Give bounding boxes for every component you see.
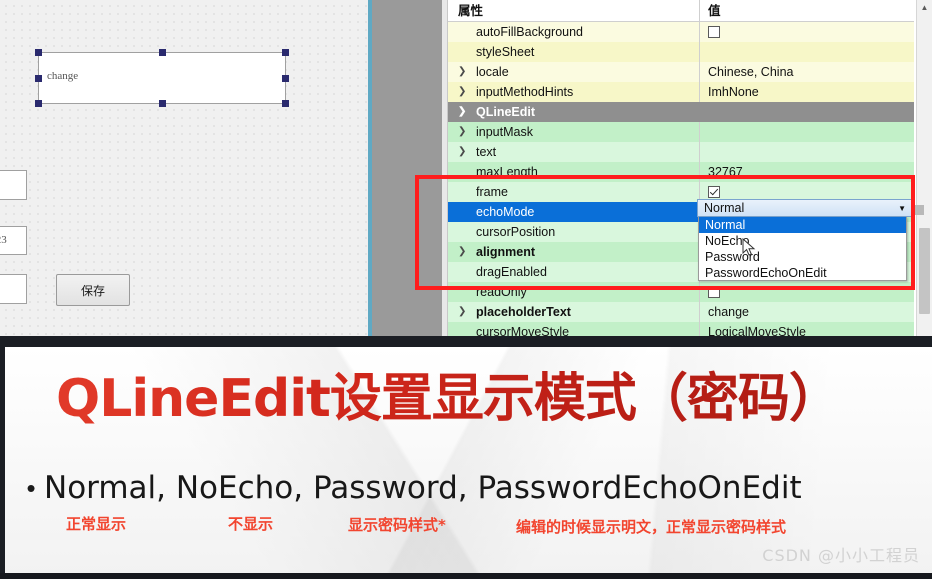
resize-handle-bottom-left[interactable] (35, 100, 42, 107)
property-value[interactable]: change (699, 302, 914, 322)
bullet-marker-icon: • (26, 473, 36, 503)
resize-handle-top-right[interactable] (282, 49, 289, 56)
scrollbar-thumb[interactable] (919, 228, 930, 314)
annotation-normal: 正常显示 (66, 515, 127, 533)
column-header-value: 值 (699, 0, 914, 21)
table-row[interactable]: styleSheet (448, 42, 914, 62)
property-group-name: ❯ QLineEdit (448, 102, 699, 122)
property-name: styleSheet (476, 45, 535, 59)
screenshot-root: change ,23 保存 属性 (0, 0, 932, 579)
resize-handle-bottom-middle[interactable] (159, 100, 166, 107)
slide-bullet-text: Normal, NoEcho, Password, PasswordEchoOn… (44, 470, 802, 506)
property-name-label: locale (476, 65, 509, 79)
property-name-label: inputMethodHints (476, 85, 574, 99)
form-design-canvas[interactable]: change ,23 保存 (0, 0, 368, 336)
save-button[interactable]: 保存 (56, 274, 130, 306)
scroll-up-icon[interactable]: ▲ (917, 0, 932, 15)
resize-handle-middle-left[interactable] (35, 75, 42, 82)
resize-handle-top-left[interactable] (35, 49, 42, 56)
selected-lineedit-placeholder: change (47, 70, 79, 82)
slide-bottom-edge-bar (0, 573, 932, 579)
chevron-down-icon[interactable]: ❯ (458, 102, 466, 122)
property-name: ❯ inputMethodHints (448, 82, 699, 102)
lineedit-widget-b[interactable]: ,23 (0, 226, 27, 255)
property-name-label: placeholderText (476, 305, 571, 319)
resize-handle-top-middle[interactable] (159, 49, 166, 56)
table-row[interactable]: ❯ text (448, 142, 914, 162)
property-table-header: 属性 值 (448, 0, 914, 22)
property-value[interactable] (699, 42, 914, 62)
table-row[interactable]: ❯ inputMethodHints ImhNone (448, 82, 914, 102)
chevron-right-icon[interactable]: ❯ (458, 62, 466, 82)
chevron-right-icon[interactable]: ❯ (458, 142, 466, 162)
section-divider (0, 336, 932, 347)
property-name: ❯ locale (448, 62, 699, 82)
slide-left-edge-bar (0, 347, 5, 579)
checkbox-unchecked-icon[interactable] (708, 26, 720, 38)
property-value[interactable] (699, 22, 914, 42)
property-value[interactable]: ImhNone (699, 82, 914, 102)
annotation-passwordechoonedit: 编辑的时候显示明文，正常显示密码样式 (516, 518, 787, 536)
csdn-watermark: CSDN @小小工程员 (762, 546, 920, 565)
selected-lineedit-widget[interactable]: change (35, 49, 289, 107)
table-row[interactable]: cursorMoveStyle LogicalMoveStyle (448, 322, 914, 336)
property-name: ❯ inputMask (448, 122, 699, 142)
property-editor-scrollbar[interactable]: ▲ (916, 0, 932, 336)
annotation-noecho: 不显示 (228, 515, 274, 533)
table-row[interactable]: ❯ locale Chinese, China (448, 62, 914, 82)
lineedit-widget-c[interactable] (0, 274, 27, 304)
property-name-label: text (476, 145, 497, 159)
table-row[interactable]: ❯ placeholderText change (448, 302, 914, 322)
table-row[interactable]: ❯ inputMask (448, 122, 914, 142)
annotation-password: 显示密码样式* (348, 516, 446, 534)
column-header-name: 属性 (458, 3, 484, 18)
property-value[interactable]: LogicalMoveStyle (699, 322, 914, 336)
property-value[interactable] (699, 142, 914, 162)
property-group-label: QLineEdit (476, 105, 536, 119)
slide-title: QLineEdit设置显示模式（密码） (56, 356, 886, 431)
table-row-group-header[interactable]: ❯ QLineEdit (448, 102, 914, 122)
property-name-label: inputMask (476, 125, 533, 139)
property-name: cursorMoveStyle (476, 325, 570, 336)
presentation-slide: QLineEdit设置显示模式（密码） • Normal, NoEcho, Pa… (0, 347, 932, 579)
red-highlight-rectangle (415, 175, 915, 290)
lineedit-widget-b-text: ,23 (0, 234, 7, 246)
table-row[interactable]: autoFillBackground (448, 22, 914, 42)
chevron-right-icon[interactable]: ❯ (458, 122, 466, 142)
property-value[interactable] (699, 122, 914, 142)
qt-designer-screenshot: change ,23 保存 属性 (0, 0, 932, 336)
lineedit-widget-a[interactable] (0, 170, 27, 200)
property-group-value (699, 102, 914, 122)
property-name: autoFillBackground (476, 25, 584, 39)
slide-bullet-row: • Normal, NoEcho, Password, PasswordEcho… (18, 466, 918, 510)
property-value[interactable]: Chinese, China (699, 62, 914, 82)
chevron-right-icon[interactable]: ❯ (458, 82, 466, 102)
resize-handle-middle-right[interactable] (282, 75, 289, 82)
property-name: ❯ placeholderText (448, 302, 699, 322)
chevron-right-icon[interactable]: ❯ (458, 302, 466, 322)
property-name: ❯ text (448, 142, 699, 162)
resize-handle-bottom-right[interactable] (282, 100, 289, 107)
